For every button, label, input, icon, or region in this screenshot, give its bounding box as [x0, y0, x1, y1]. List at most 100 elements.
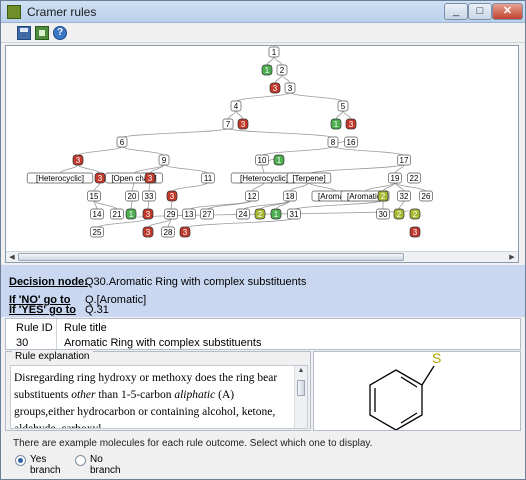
tree-outcome-node[interactable]: 3 [179, 226, 191, 238]
tree-node[interactable]: 5 [337, 100, 349, 112]
tree-outcome-node[interactable]: 1 [330, 118, 342, 130]
tree-outcome-node[interactable]: 3 [345, 118, 357, 130]
close-button[interactable]: ✕ [492, 3, 523, 20]
help-icon[interactable]: ? [53, 26, 67, 40]
scroll-right-icon[interactable]: ▶ [507, 253, 517, 262]
tree-outcome-node[interactable]: 3 [237, 118, 249, 130]
tree-node[interactable]: 8 [327, 136, 339, 148]
decision-tree-panel[interactable]: 1 1 2 3 3 4 5 7 3 1 3 6 8 16 3 9 10 1 17 [Heterocyclic] 3 [Op… [5, 45, 519, 263]
tree-node[interactable]: 6 [116, 136, 128, 148]
tree-outcome-node[interactable]: 3 [409, 226, 421, 238]
tree-node-label: 11 [204, 174, 213, 183]
tree-outcome-node[interactable]: 3 [166, 190, 178, 202]
tree-node-label: 3 [183, 228, 188, 237]
tree-edge [398, 199, 405, 211]
tree-node-label: 3 [146, 210, 151, 219]
save-icon[interactable] [17, 26, 31, 40]
tree-node-label: 1 [129, 210, 134, 219]
tree-node[interactable]: 12 [245, 190, 259, 202]
tree-node[interactable]: 11 [201, 172, 215, 184]
tree-node[interactable]: 20 [125, 190, 139, 202]
tree-outcome-node[interactable]: 3 [144, 172, 156, 184]
tree-node[interactable]: 13 [182, 208, 196, 220]
tree-outcome-node[interactable]: 3 [269, 82, 281, 94]
tree-node[interactable]: 15 [87, 190, 101, 202]
tree-node[interactable]: 29 [164, 208, 178, 220]
tree-node-label: 3 [273, 84, 278, 93]
export-icon[interactable] [35, 26, 49, 40]
tree-outcome-node[interactable]: 3 [142, 226, 154, 238]
tree-outcome-node[interactable]: 3 [94, 172, 106, 184]
tree-node[interactable]: 24 [236, 208, 250, 220]
tree-node[interactable]: 31 [287, 208, 301, 220]
minimize-button[interactable]: _ [444, 3, 468, 20]
tree-node[interactable]: 25 [90, 226, 104, 238]
tree-outcome-node[interactable]: 1 [273, 154, 285, 166]
tree-outcome-node[interactable]: 1 [125, 208, 137, 220]
tree-outcome-node[interactable]: 3 [142, 208, 154, 220]
tree-node[interactable]: 30 [376, 208, 390, 220]
tree-node[interactable]: 14 [90, 208, 104, 220]
tree-outcome-node[interactable]: 2 [254, 208, 266, 220]
toolbar: ? [1, 23, 525, 43]
rule-explanation-text: Disregarding ring hydroxy or methoxy doe… [14, 372, 278, 429]
tree-node[interactable]: 3 [284, 82, 296, 94]
decision-node-label: Decision node: [9, 276, 88, 288]
tree-node-label: 31 [290, 210, 299, 219]
tree-outcome-node[interactable]: 2 [377, 190, 389, 202]
tree-edge [188, 199, 253, 211]
tree-node-label: 3 [146, 228, 151, 237]
tree-node[interactable]: [Heterocyclic] [26, 172, 94, 184]
tree-outcome-node[interactable]: 2 [393, 208, 405, 220]
tree-node[interactable]: 1 [268, 46, 280, 58]
scroll-left-icon[interactable]: ◀ [7, 253, 17, 262]
decision-node-value: Q30.Aromatic Ring with complex substitue… [85, 276, 307, 288]
tree-node[interactable]: 22 [407, 172, 421, 184]
tree-edge [77, 163, 101, 175]
tree-edge [227, 109, 237, 121]
tree-node-label: 22 [410, 174, 419, 183]
tree-edge [335, 109, 344, 121]
tree-outcome-node[interactable]: 1 [270, 208, 282, 220]
tree-outcome-node[interactable]: 1 [261, 64, 273, 76]
tree-node[interactable]: 2 [276, 64, 288, 76]
tree-node[interactable]: 33 [142, 190, 156, 202]
tree-node[interactable]: 26 [419, 190, 433, 202]
maximize-button[interactable]: □ [468, 3, 492, 20]
vertical-scroll-thumb[interactable] [297, 380, 305, 396]
scroll-up-icon[interactable]: ▲ [296, 367, 306, 374]
tree-node[interactable]: 17 [397, 154, 411, 166]
tree-edge [332, 145, 405, 157]
sulfur-atom-label: S [432, 352, 441, 366]
vertical-scrollbar[interactable]: ▲ [294, 366, 307, 428]
tree-node[interactable]: [Terpene] [286, 172, 332, 184]
tree-node-label: 3 [148, 174, 153, 183]
tree-node[interactable]: 21 [110, 208, 124, 220]
no-branch-radio[interactable] [75, 455, 86, 466]
tree-node[interactable]: 7 [222, 118, 234, 130]
tree-node[interactable]: 9 [158, 154, 170, 166]
no-branch-radio-label[interactable]: No branch [90, 454, 121, 476]
decision-tree-graph[interactable]: 11 23 34 57 3 1 36 8 163 9 10 1 17[Heterocyclic] 3 [Op… [6, 46, 518, 251]
tree-node[interactable]: 32 [397, 190, 411, 202]
scroll-thumb[interactable] [18, 253, 404, 261]
molecule-panel: S [313, 351, 521, 431]
rule-table: Rule ID Rule title 30 Aromatic Ring with… [5, 318, 521, 350]
yes-branch-label: If 'YES' go to [9, 304, 76, 316]
tree-node[interactable]: 19 [388, 172, 402, 184]
tree-node[interactable]: 16 [344, 136, 358, 148]
tree-node[interactable]: 4 [230, 100, 242, 112]
tree-outcome-node[interactable]: 2 [409, 208, 421, 220]
horizontal-scrollbar[interactable]: ◀ ▶ [6, 251, 518, 262]
tree-node-label: 9 [162, 156, 167, 165]
tree-node-label: 19 [391, 174, 400, 183]
tree-node[interactable]: 28 [161, 226, 175, 238]
tree-outcome-node[interactable]: 3 [72, 154, 84, 166]
tree-node[interactable]: 10 [255, 154, 269, 166]
tree-node[interactable]: 27 [200, 208, 214, 220]
yes-branch-radio[interactable] [15, 455, 26, 466]
tree-edge [274, 73, 283, 85]
tree-node[interactable]: 18 [283, 190, 297, 202]
yes-branch-radio-label[interactable]: Yes branch [30, 454, 61, 476]
rule-explanation-textarea[interactable]: Disregarding ring hydroxy or methoxy doe… [10, 365, 308, 429]
